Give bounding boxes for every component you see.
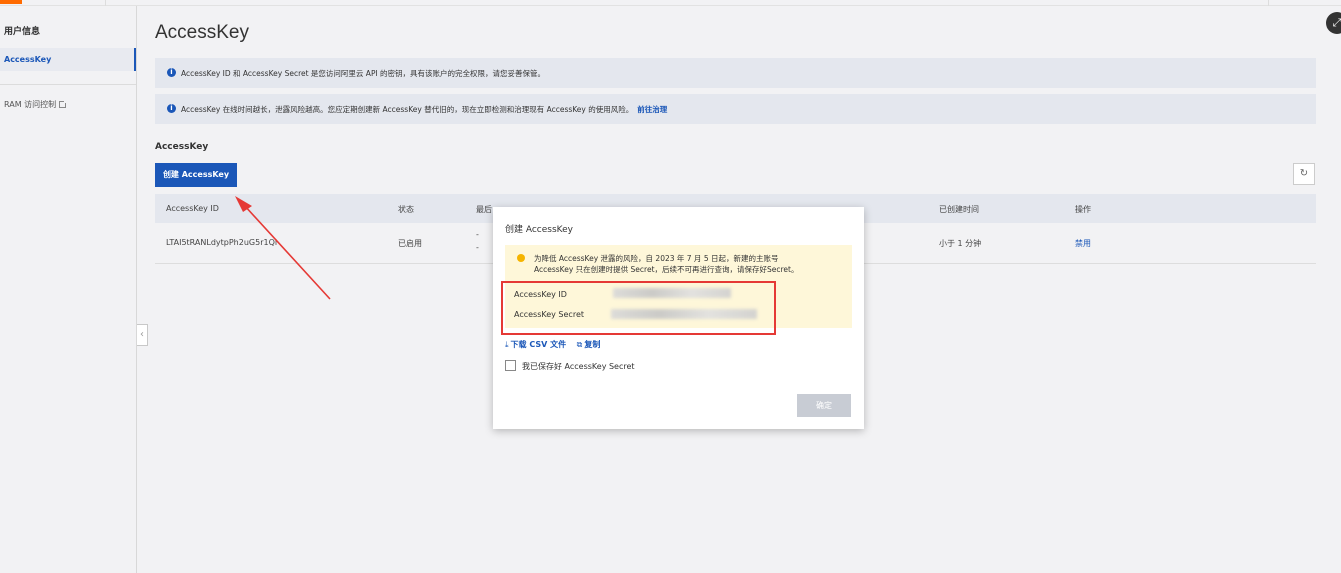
highlight-box [501,281,776,335]
sidebar: 用户信息 AccessKey RAM 访问控制 [0,6,137,573]
create-accesskey-button[interactable]: 创建 AccessKey [155,163,237,187]
column-header-action: 操作 [1075,205,1091,214]
last-used-cell: - [476,243,479,252]
expand-icon[interactable]: ⤢ [1326,12,1341,34]
dialog-title: 创建 AccessKey [505,225,573,235]
section-title: AccessKey [155,142,209,152]
column-header-created: 已创建时间 [939,205,979,214]
download-csv-link[interactable]: 下载 CSV 文件 [511,340,567,349]
last-used-cell: - [476,230,479,239]
column-header-id: AccessKey ID [166,204,219,213]
copy-link[interactable]: 复制 [584,340,600,349]
alert-text: AccessKey ID 和 AccessKey Secret 是您访问阿里云 … [181,69,546,78]
sidebar-collapse-button[interactable]: ‹ [137,324,148,346]
external-link-icon [59,100,68,108]
govern-link[interactable]: 前往治理 [637,105,667,114]
sidebar-item-label: RAM 访问控制 [4,100,57,109]
column-header-last-used: 最后 [476,205,492,214]
refresh-icon: ↻ [1299,168,1309,179]
saved-secret-checkbox[interactable] [505,360,516,371]
created-cell: 小于 1 分钟 [939,239,982,248]
status-cell: 已启用 [398,239,422,248]
sidebar-divider [0,84,136,85]
create-accesskey-dialog: 创建 AccessKey 为降低 AccessKey 泄露的风险，自 2023 … [493,207,864,429]
sidebar-title: 用户信息 [4,27,41,37]
risk-alert: i AccessKey 在线时间越长，泄露风险越高。您应定期创建新 Access… [155,94,1316,124]
brand-accent [0,0,22,4]
confirm-button[interactable]: 确定 [797,394,851,417]
copy-icon: ⧉ [576,340,583,349]
accesskey-id-cell: LTAI5tRANLdytpPh2uG5r1Qi [166,238,278,247]
page-title: AccessKey [155,22,249,43]
info-icon: i [167,68,176,77]
info-icon: i [167,104,176,113]
disable-link[interactable]: 禁用 [1075,238,1091,249]
chevron-left-icon: ‹ [140,329,144,340]
refresh-button[interactable]: ↻ [1293,163,1315,185]
warning-icon [517,254,525,262]
warning-text: AccessKey 只在创建时提供 Secret，后续不可再进行查询，请保存好S… [534,265,799,274]
download-icon: ⤓ [505,340,509,349]
info-alert: i AccessKey ID 和 AccessKey Secret 是您访问阿里… [155,58,1316,88]
checkbox-label[interactable]: 我已保存好 AccessKey Secret [522,361,635,372]
warning-text: 为降低 AccessKey 泄露的风险，自 2023 年 7 月 5 日起，新建… [534,254,779,263]
sidebar-item-label: AccessKey [4,55,52,64]
column-header-status: 状态 [398,205,414,214]
sidebar-item-accesskey[interactable]: AccessKey [0,48,136,71]
alert-text: AccessKey 在线时间越长，泄露风险越高。您应定期创建新 AccessKe… [181,105,634,114]
sidebar-item-ram[interactable]: RAM 访问控制 [4,99,68,110]
